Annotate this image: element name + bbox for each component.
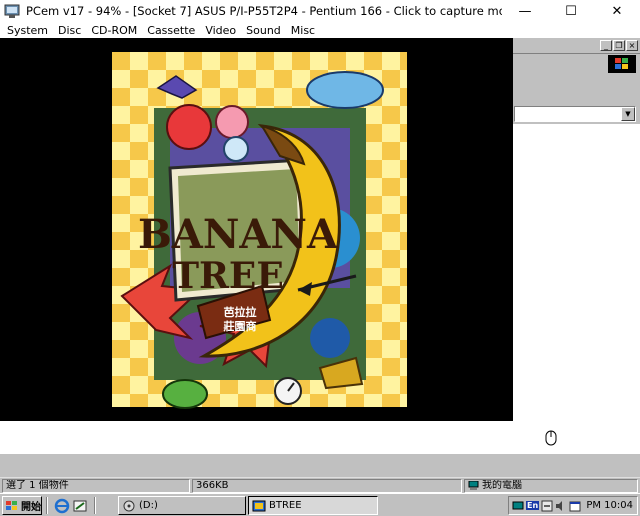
host-title-bar: PCem v17 - 94% - [Socket 7] ASUS P/I-P55… [0, 0, 640, 22]
explorer-toolbar [512, 54, 640, 74]
status-location: 我的電腦 [482, 480, 522, 491]
taskbar-clock[interactable]: PM 10:04 [586, 500, 637, 511]
banana-tree-cover-art: BANANA TREE 芭拉拉 莊園商 [112, 52, 407, 409]
address-bar-row: ▼ [512, 104, 640, 124]
mouse-cursor-icon [545, 430, 557, 446]
splash-title-line1: BANANA [138, 211, 339, 258]
status-selection: 選了 1 個物件 [2, 479, 190, 493]
taskbar-separator [46, 497, 48, 514]
taskbar: 開始 (D:) BTREE En PM 10:04 [0, 493, 640, 516]
task-btree[interactable]: BTREE [248, 496, 378, 515]
drive-icon [123, 500, 135, 511]
mdi-close-button[interactable]: × [626, 40, 638, 51]
window-title: PCem v17 - 94% - [Socket 7] ASUS P/I-P55… [26, 4, 502, 18]
menu-cassette[interactable]: Cassette [142, 24, 200, 37]
language-indicator[interactable]: En [526, 501, 540, 510]
volume-icon[interactable] [555, 500, 567, 512]
task-btree-label: BTREE [269, 500, 302, 511]
btree-app-icon [252, 500, 266, 511]
splash-title-line2: TREE [172, 255, 284, 297]
explorer-mdi-controls: _ ❐ × [512, 38, 640, 54]
scheduler-icon[interactable] [569, 500, 581, 512]
explorer-status-bar: 選了 1 個物件 366KB 我的電腦 [0, 477, 640, 493]
mdi-restore-button[interactable]: ❐ [613, 40, 625, 51]
windows-logo-icon [608, 55, 636, 73]
menu-video[interactable]: Video [200, 24, 241, 37]
splash-subtitle-line2: 莊園商 [223, 319, 257, 333]
menu-sound[interactable]: Sound [241, 24, 286, 37]
address-dropdown-button[interactable]: ▼ [621, 107, 635, 121]
task-drive-label: (D:) [139, 500, 158, 511]
menu-system[interactable]: System [2, 24, 53, 37]
task-drive-d[interactable]: (D:) [118, 496, 246, 515]
splash-subtitle-line1: 芭拉拉 [224, 305, 257, 319]
menu-cd-rom[interactable]: CD-ROM [86, 24, 142, 37]
outlook-express-icon[interactable] [72, 498, 88, 514]
start-label: 開始 [21, 502, 41, 513]
mdi-minimize-button[interactable]: _ [600, 40, 612, 51]
status-size: 366KB [192, 479, 462, 493]
start-windows-icon [6, 500, 17, 510]
internet-explorer-icon[interactable] [54, 498, 70, 514]
menu-disc[interactable]: Disc [53, 24, 86, 37]
my-computer-icon [468, 481, 479, 490]
address-input[interactable]: ▼ [514, 106, 636, 122]
status-location-cell: 我的電腦 [464, 479, 638, 493]
host-menu-bar: System Disc CD-ROM Cassette Video Sound … [0, 22, 640, 38]
ime-icon[interactable] [541, 500, 553, 512]
close-button[interactable]: ✕ [594, 0, 640, 22]
network-icon[interactable] [512, 500, 524, 512]
emulated-screen[interactable]: _ ❐ × ▼ BANANA TREE 芭拉拉 莊園商 選了 1 個物件 366… [0, 38, 640, 493]
start-button[interactable]: 開始 [2, 496, 42, 515]
minimize-button[interactable]: — [502, 0, 548, 22]
maximize-button[interactable]: ☐ [548, 0, 594, 22]
menu-misc[interactable]: Misc [286, 24, 320, 37]
system-tray: En PM 10:04 [508, 496, 638, 515]
taskbar-separator [94, 497, 96, 514]
pcem-app-icon [4, 4, 20, 18]
game-splash-screen: BANANA TREE 芭拉拉 莊園商 [0, 38, 513, 421]
